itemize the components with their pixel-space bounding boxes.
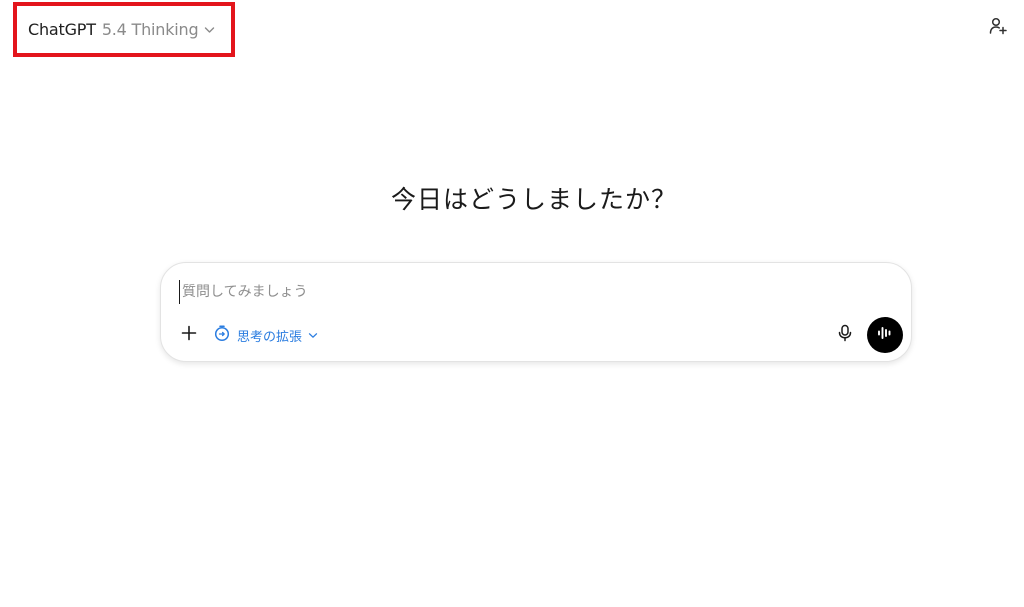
prompt-composer: 思考の拡張 <box>160 262 912 362</box>
model-version: 5.4 Thinking <box>101 20 199 39</box>
add-attachment-button[interactable] <box>177 323 201 347</box>
chevron-down-icon <box>204 26 215 34</box>
chevron-down-icon <box>308 332 318 339</box>
voice-mode-button[interactable] <box>867 317 903 353</box>
model-name: ChatGPT <box>28 20 96 39</box>
plus-icon <box>181 325 197 345</box>
chat-app: ChatGPT 5.4 Thinking 今日はどうしましたか？ 質問してみまし… <box>0 0 1024 607</box>
greeting-heading: 今日はどうしましたか？ <box>390 185 677 214</box>
prompt-input[interactable] <box>179 280 799 304</box>
dictate-button[interactable] <box>833 323 857 347</box>
extended-thinking-label: 思考の拡張 <box>237 329 303 345</box>
thinking-clock-icon <box>213 324 231 346</box>
add-person-button[interactable] <box>985 15 1011 41</box>
voice-waveform-icon <box>876 325 894 345</box>
extended-thinking-button[interactable]: 思考の拡張 <box>213 323 318 347</box>
model-switcher-button[interactable]: ChatGPT 5.4 Thinking <box>13 2 235 57</box>
microphone-icon <box>837 324 853 346</box>
person-add-icon <box>988 16 1008 40</box>
